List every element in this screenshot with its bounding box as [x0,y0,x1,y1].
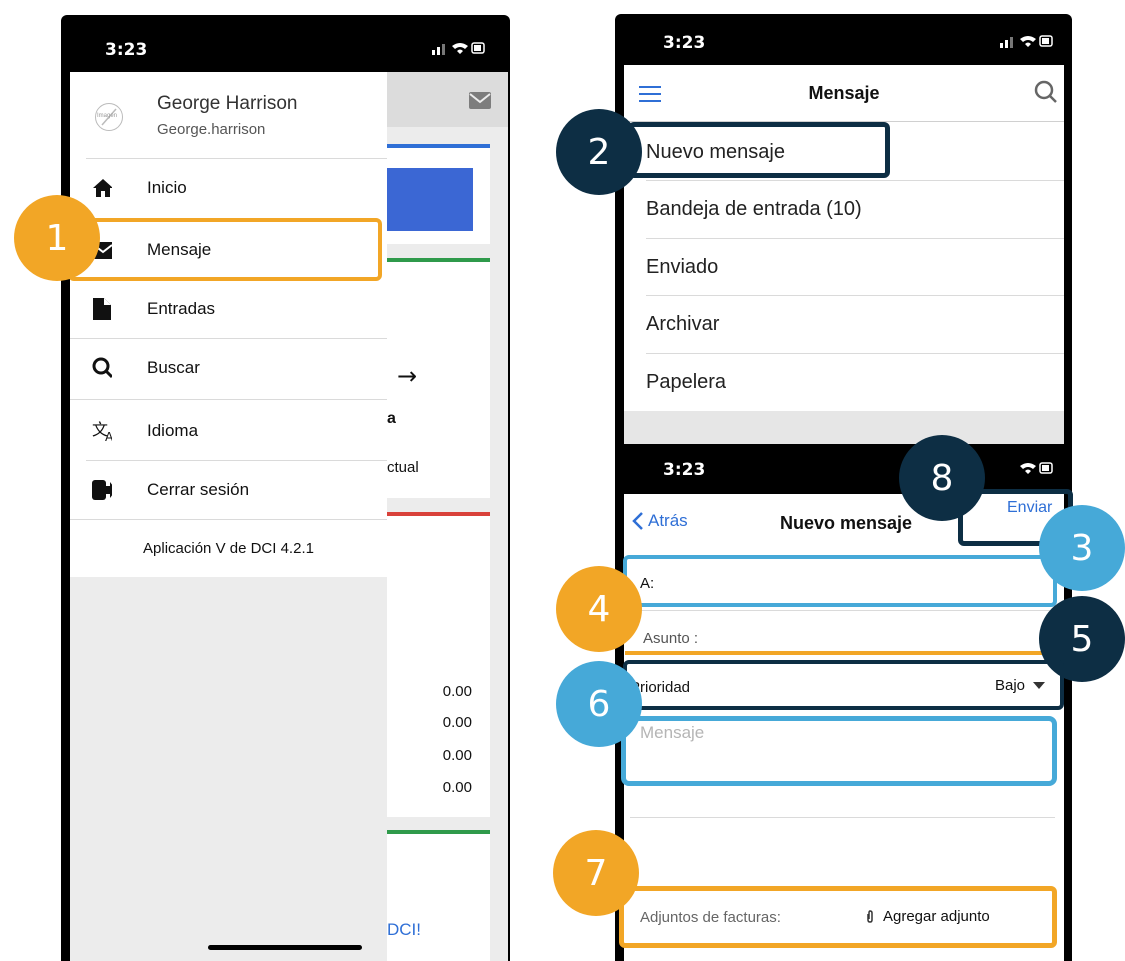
menu-item-idioma[interactable]: 文A Idioma [70,402,387,460]
highlight-box-to [623,555,1057,607]
callout-8: 8 [899,435,985,521]
back-label: Atrás [648,511,688,530]
menu-item-buscar[interactable]: Buscar [70,339,387,397]
menu-item-cerrar-sesion[interactable]: Cerrar sesión [70,461,387,519]
callout-2: 2 [556,109,642,195]
status-time: 3:23 [663,460,706,480]
arrow-right-icon: → [397,362,418,390]
chevron-left-icon [632,512,643,530]
signal-wifi-battery-icon [1000,35,1053,48]
app-version: Aplicación V de DCI 4.2.1 [143,540,314,557]
status-icons [432,40,487,59]
value-row: 0.00 [442,714,472,731]
divider [630,817,1055,818]
menu-item-label: Entradas [147,299,216,318]
highlight-box-mensaje [68,218,382,281]
status-icons [1000,33,1055,52]
file-icon [92,298,112,320]
list-item-bandeja[interactable]: Bandeja de entrada (10) [624,181,1064,238]
search-icon [92,357,112,379]
value-row: 0.00 [442,683,472,700]
menu-item-label: Inicio [147,178,187,197]
search-icon[interactable] [1034,80,1058,109]
signal-wifi-battery-icon [432,42,485,55]
wifi-battery-icon [1020,462,1053,474]
menu-item-label: Idioma [147,421,199,440]
home-indicator[interactable] [208,945,362,950]
list-item-enviado[interactable]: Enviado [624,239,1064,296]
callout-4: 4 [556,566,642,652]
list-item-archivar[interactable]: Archivar [624,296,1064,353]
home-icon [92,178,112,198]
back-button[interactable]: Atrás [632,511,688,531]
svg-text:A: A [105,430,112,442]
mail-icon[interactable] [469,92,491,109]
menu-item-entradas[interactable]: Entradas [70,280,387,338]
page-title: Nuevo mensaje [780,513,913,533]
avatar-text: Imagen [97,113,118,119]
highlight-box-nuevo-mensaje [628,122,890,178]
blue-banner [387,168,473,231]
status-time: 3:23 [663,33,706,53]
callout-7: 7 [553,830,639,916]
card-text-a: a [387,410,396,427]
callout-1: 1 [14,195,100,281]
background-app: → a ctual 0.00 0.00 0.00 0.00 DCI! [387,72,508,961]
menu-item-label: Buscar [147,358,200,377]
value-row: 0.00 [442,779,472,796]
avatar: Imagen [95,103,123,131]
card-text-actual: ctual [387,459,419,476]
highlight-box-message [621,716,1057,786]
highlight-box-priority [623,660,1064,710]
divider [70,519,387,520]
list-footer [624,411,1064,444]
logout-icon [92,480,112,500]
background-card-4: DCI! [387,830,490,961]
list-item-papelera[interactable]: Papelera [624,354,1064,411]
background-card-1 [387,144,490,244]
dci-link[interactable]: DCI! [387,920,421,940]
user-username: George.harrison [157,121,266,138]
highlight-box-subject [625,605,1053,655]
status-time: 3:23 [105,40,148,60]
page-title: Mensaje [808,83,880,103]
value-row: 0.00 [442,747,472,764]
user-name: George Harrison [157,93,298,114]
divider [70,399,387,400]
background-card-3: 0.00 0.00 0.00 0.00 [387,512,490,817]
menu-item-label: Cerrar sesión [147,480,250,499]
translate-icon: 文A [92,420,112,442]
highlight-box-attachments [619,886,1057,948]
menu-item-inicio[interactable]: Inicio [70,159,387,217]
background-card-2: → a ctual [387,258,490,498]
status-icons [1000,460,1055,479]
